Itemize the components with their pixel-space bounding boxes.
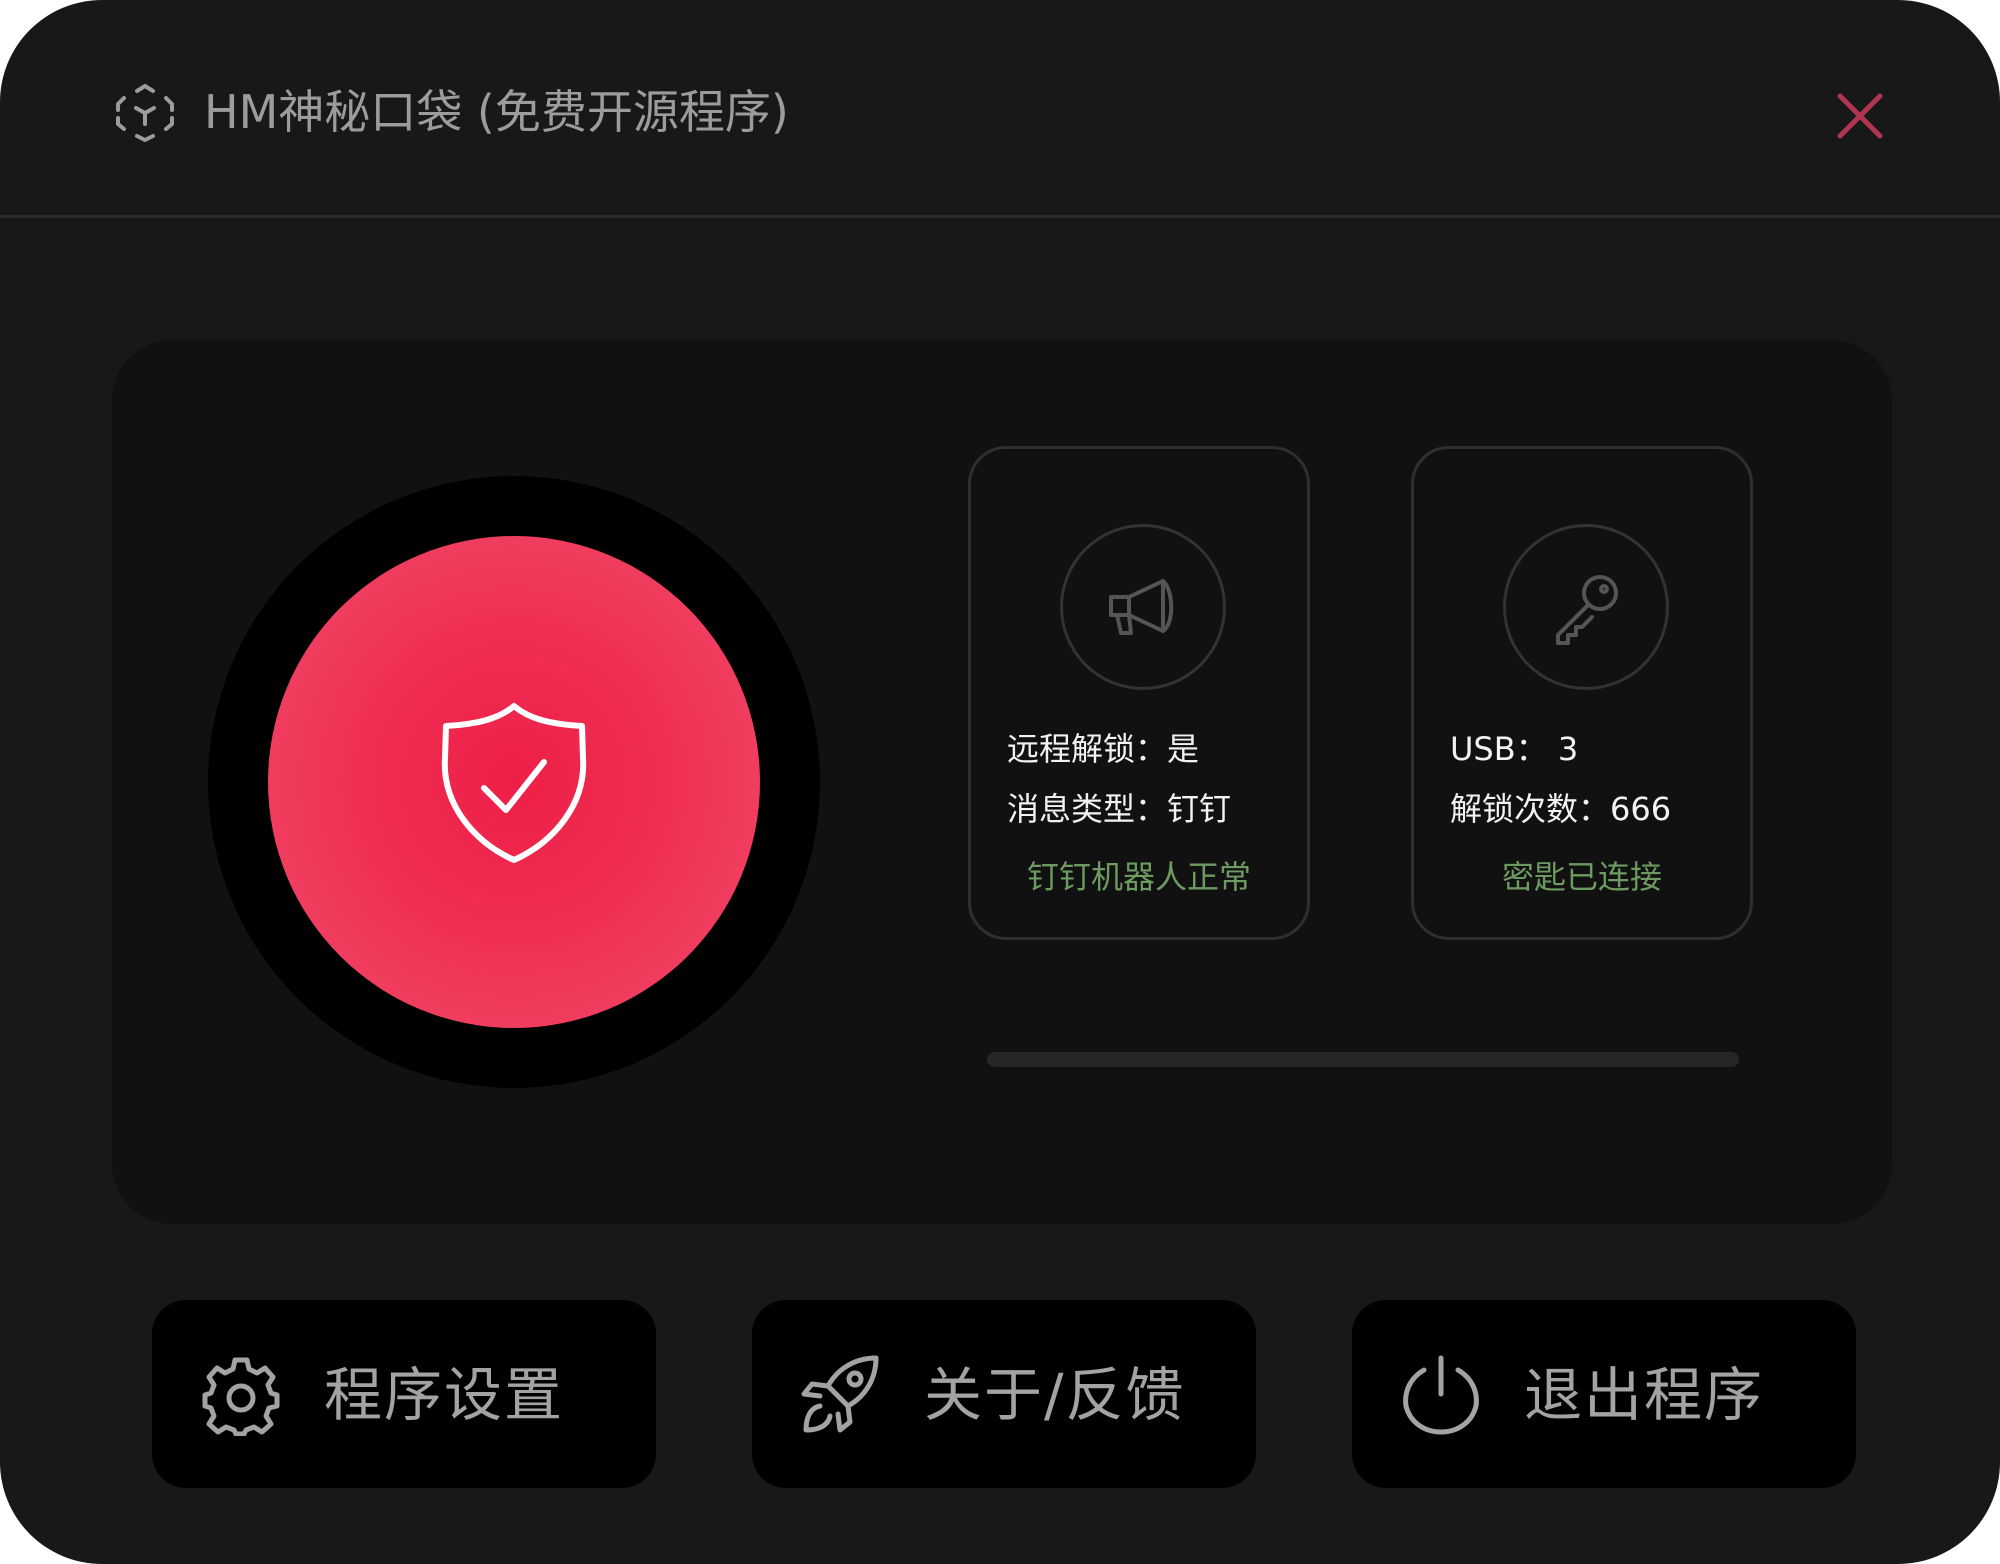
exit-button[interactable]: 退出程序 bbox=[1352, 1300, 1856, 1488]
rocket-icon bbox=[801, 1355, 879, 1433]
key-icon-circle bbox=[1503, 524, 1669, 690]
progress-bar bbox=[987, 1052, 1739, 1067]
settings-button[interactable]: 程序设置 bbox=[152, 1300, 656, 1488]
message-type-text: 消息类型：钉钉 bbox=[1007, 790, 1232, 828]
key-icon bbox=[1556, 575, 1618, 645]
power-icon bbox=[1403, 1355, 1479, 1435]
usb-card: USB： 3 解锁次数：666 密匙已连接 bbox=[1411, 446, 1753, 940]
app-title: HM神秘口袋 (免费开源程序) bbox=[204, 85, 789, 139]
megaphone-icon-circle bbox=[1060, 524, 1226, 690]
remote-unlock-text: 远程解锁：是 bbox=[1007, 730, 1200, 768]
unlock-count-text: 解锁次数：666 bbox=[1450, 790, 1672, 828]
about-feedback-label: 关于/反馈 bbox=[924, 1361, 1186, 1429]
notification-card: 远程解锁：是 消息类型：钉钉 钉钉机器人正常 bbox=[968, 446, 1310, 940]
key-status-text: 密匙已连接 bbox=[1501, 858, 1662, 896]
about-feedback-button[interactable]: 关于/反馈 bbox=[752, 1300, 1256, 1488]
usb-count-text: USB： 3 bbox=[1450, 730, 1579, 768]
settings-label: 程序设置 bbox=[324, 1361, 565, 1429]
title-bar[interactable]: HM神秘口袋 (免费开源程序) bbox=[0, 0, 2000, 218]
megaphone-icon bbox=[1109, 579, 1174, 635]
close-icon[interactable] bbox=[1832, 88, 1888, 144]
shield-check-icon bbox=[441, 703, 587, 863]
scan-face-icon bbox=[116, 84, 174, 142]
exit-label: 退出程序 bbox=[1524, 1361, 1765, 1429]
dingtalk-status-text: 钉钉机器人正常 bbox=[1026, 858, 1251, 896]
app-window: HM神秘口袋 (免费开源程序) 远程解锁：是 消息类型：钉钉 钉钉机器人正常 U… bbox=[0, 0, 2000, 1564]
gear-icon bbox=[202, 1357, 280, 1436]
